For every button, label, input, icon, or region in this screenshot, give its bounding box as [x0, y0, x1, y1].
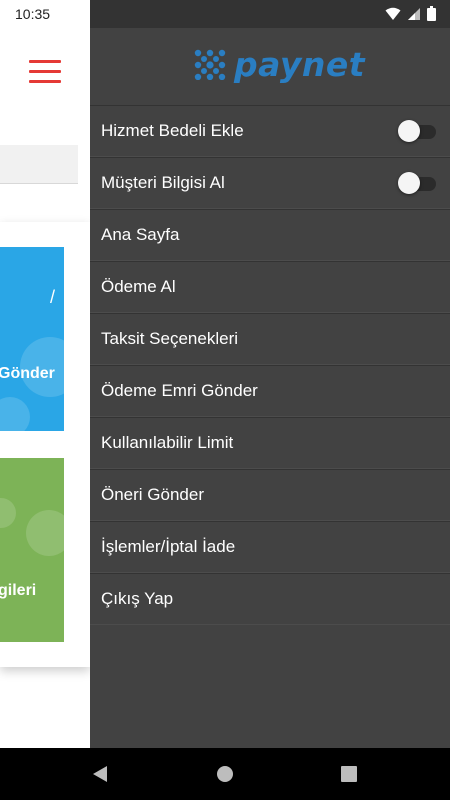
menu-item-islemler-iptal-iade[interactable]: İşlemler/İptal İade — [90, 521, 450, 573]
recents-icon — [341, 766, 357, 782]
tile-label: gileri — [0, 582, 37, 599]
signal-icon — [408, 7, 420, 20]
navigation-drawer: paynet Hizmet Bedeli Ekle Müşteri Bilgis… — [90, 0, 450, 748]
wifi-icon — [385, 7, 401, 20]
menu-item-kullanilabilir-limit[interactable]: Kullanılabilir Limit — [90, 417, 450, 469]
menu-item-cikis-yap[interactable]: Çıkış Yap — [90, 573, 450, 625]
menu-item-ana-sayfa[interactable]: Ana Sayfa — [90, 209, 450, 261]
menu-item-label: Hizmet Bedeli Ekle — [101, 121, 244, 140]
battery-icon — [427, 6, 436, 21]
customer-info-toggle[interactable] — [398, 172, 436, 194]
home-button[interactable] — [195, 748, 255, 800]
tile-label: Gönder — [0, 365, 55, 382]
paynet-logo-icon — [194, 49, 226, 80]
recents-button[interactable] — [319, 748, 379, 800]
service-fee-toggle[interactable] — [398, 120, 436, 142]
drawer-menu: Hizmet Bedeli Ekle Müşteri Bilgisi Al An… — [90, 105, 450, 625]
status-time: 10:35 — [15, 6, 51, 22]
menu-item-label: Ödeme Al — [101, 277, 176, 296]
menu-item-hizmet-bedeli-ekle[interactable]: Hizmet Bedeli Ekle — [90, 105, 450, 157]
back-button[interactable] — [70, 748, 130, 800]
background-search-bar — [0, 145, 78, 184]
hamburger-icon[interactable] — [29, 60, 61, 84]
menu-item-label: Ödeme Emri Gönder — [101, 381, 258, 400]
back-icon — [93, 766, 107, 782]
status-icons — [385, 6, 436, 21]
menu-item-oneri-gonder[interactable]: Öneri Gönder — [90, 469, 450, 521]
menu-item-label: Müşteri Bilgisi Al — [101, 173, 225, 192]
background-tile-blue[interactable]: / Gönder — [0, 247, 64, 431]
paynet-logo: paynet — [192, 44, 365, 84]
logo-text: paynet — [234, 44, 366, 84]
menu-item-label: Kullanılabilir Limit — [101, 433, 234, 452]
system-navigation-bar — [0, 748, 450, 800]
menu-item-odeme-al[interactable]: Ödeme Al — [90, 261, 450, 313]
drawer-status-area — [90, 0, 450, 28]
background-tile-green[interactable]: gileri — [0, 458, 64, 642]
home-icon — [217, 766, 233, 782]
menu-item-taksit-secenekleri[interactable]: Taksit Seçenekleri — [90, 313, 450, 365]
menu-item-label: Taksit Seçenekleri — [101, 329, 239, 348]
menu-item-label: İşlemler/İptal İade — [101, 537, 236, 556]
menu-item-label: Ana Sayfa — [101, 225, 180, 244]
menu-item-label: Çıkış Yap — [101, 589, 174, 608]
menu-item-musteri-bilgisi-al[interactable]: Müşteri Bilgisi Al — [90, 157, 450, 209]
menu-item-odeme-emri-gonder[interactable]: Ödeme Emri Gönder — [90, 365, 450, 417]
background-app: / Gönder gileri — [0, 0, 90, 748]
menu-item-label: Öneri Gönder — [101, 485, 204, 504]
